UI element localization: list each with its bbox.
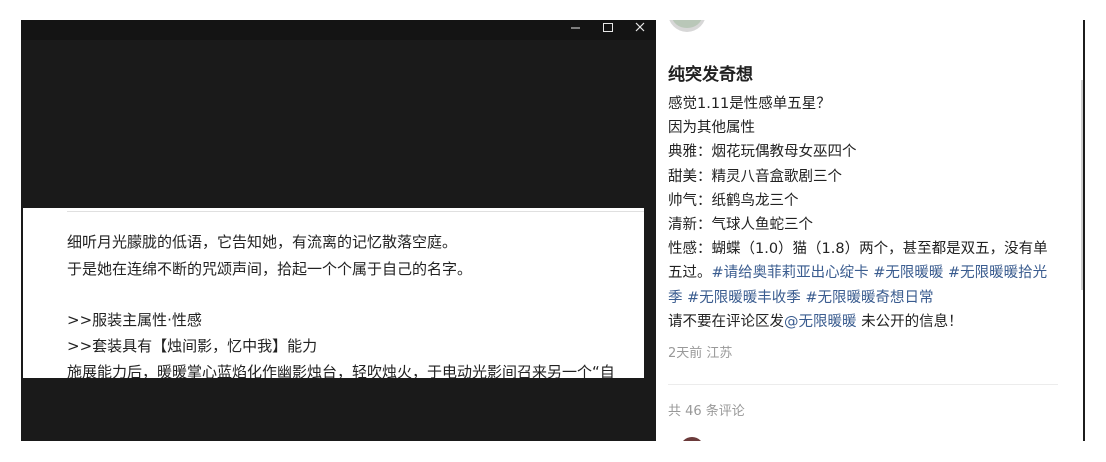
post-time: 2天前 xyxy=(668,346,703,361)
close-icon xyxy=(635,22,645,32)
commenter-avatar[interactable] xyxy=(680,437,704,441)
notice-text: 请不要在评论区发 xyxy=(668,313,784,330)
document-preview: 细听月光朦胧的低语，它告知她，有流离的记忆散落空庭。 于是她在连绵不断的咒颂声间… xyxy=(23,208,644,378)
close-button[interactable] xyxy=(629,20,651,40)
image-viewer-window: 细听月光朦胧的低语，它告知她，有流离的记忆散落空庭。 于是她在连绵不断的咒颂声间… xyxy=(21,20,656,441)
post-detail-panel: 纯突发奇想 感觉1.11是性感单五星？ 因为其他属性 典雅：烟花玩偶教母女巫四个… xyxy=(656,20,1083,441)
post-line: 感觉1.11是性感单五星？ xyxy=(668,96,831,112)
hashtag-link[interactable]: #无限暖暖丰收季 xyxy=(687,290,801,306)
mention-link[interactable]: @无限暖暖 xyxy=(784,314,857,330)
hashtag-link[interactable]: #无限暖暖奇想日常 xyxy=(805,290,933,306)
post-line: 因为其他属性 xyxy=(668,120,755,137)
document-line: >>服装主属性·性感 xyxy=(67,311,202,329)
post-body: 感觉1.11是性感单五星？ 因为其他属性 典雅：烟花玩偶教母女巫四个 甜美：精灵… xyxy=(668,92,1053,334)
notice-text: 未公开的信息！ xyxy=(856,313,963,330)
maximize-icon xyxy=(603,23,613,32)
post-line: 清新：气球人鱼蛇三个 xyxy=(668,217,813,234)
document-line: 细听月光朦胧的低语，它告知她，有流离的记忆散落空庭。 xyxy=(67,233,458,251)
comment-count: 共 46 条评论 xyxy=(668,404,745,419)
minimize-button[interactable] xyxy=(565,20,587,40)
post-line: 甜美：精灵八音盒歌剧三个 xyxy=(668,168,842,185)
minimize-icon xyxy=(571,27,580,29)
post-line: 典雅：烟花玩偶教母女巫四个 xyxy=(668,144,857,161)
document-divider xyxy=(67,211,644,212)
document-line: 施展能力后，暖暖掌心蓝焰化作幽影烛台，轻吹烛火，于电动光影间召来另一个“自 xyxy=(67,363,615,378)
maximize-button[interactable] xyxy=(597,20,619,40)
hashtag-link[interactable]: #无限暖暖 xyxy=(873,265,943,281)
hashtag-link[interactable]: #请给奥菲莉亚出心绽卡 xyxy=(712,265,869,281)
comments-divider xyxy=(668,384,1058,385)
panel-edge xyxy=(1083,20,1085,441)
post-location: 江苏 xyxy=(706,346,733,361)
post-meta: 2天前 江苏 xyxy=(668,342,732,361)
post-paragraph-tags: 性感：蝴蝶（1.0）猫（1.8）两个，甚至都是双五，没有单五过。#请给奥菲莉亚出… xyxy=(668,237,1053,310)
document-line: >>套装具有【烛间影，忆中我】能力 xyxy=(67,337,318,355)
avatar-image xyxy=(672,20,702,28)
window-title-bar xyxy=(21,20,656,40)
post-line: 帅气：纸鹤鸟龙三个 xyxy=(668,192,799,209)
post-title: 纯突发奇想 xyxy=(668,65,753,85)
scrollbar[interactable] xyxy=(1081,80,1083,290)
author-avatar[interactable] xyxy=(668,20,706,32)
document-line: 于是她在连绵不断的咒颂声间，拾起一个个属于自己的名字。 xyxy=(67,260,473,278)
post-notice: 请不要在评论区发@无限暖暖 未公开的信息！ xyxy=(668,310,1053,334)
